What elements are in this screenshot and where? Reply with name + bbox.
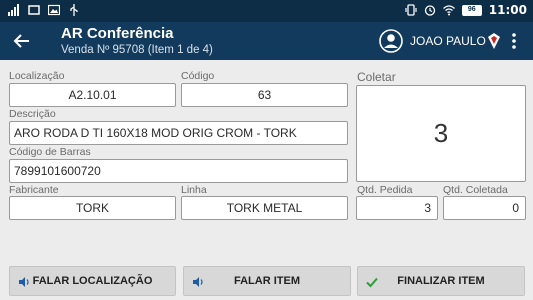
localizacao-field[interactable]: A2.10.01 bbox=[9, 83, 176, 107]
codigo-label: Código bbox=[181, 70, 215, 82]
page-subtitle: Venda Nº 95708 (Item 1 de 4) bbox=[61, 44, 213, 56]
fabricante-label: Fabricante bbox=[9, 184, 59, 196]
status-bar: 96 11:00 bbox=[0, 0, 533, 22]
falar-item-label: FALAR ITEM bbox=[234, 275, 300, 287]
finalizar-item-button[interactable]: FINALIZAR ITEM bbox=[357, 266, 525, 296]
app-bar: AR Conferência Venda Nº 95708 (Item 1 de… bbox=[0, 22, 533, 60]
falar-localizacao-label: FALAR LOCALIZAÇÃO bbox=[32, 275, 153, 287]
coletar-label: Coletar bbox=[357, 70, 396, 84]
clock: 11:00 bbox=[488, 3, 527, 17]
signal-bars-icon bbox=[8, 4, 19, 16]
qtd-coletada-label: Qtd. Coletada bbox=[443, 184, 508, 196]
alarm-icon bbox=[424, 5, 435, 16]
falar-item-button[interactable]: FALAR ITEM bbox=[183, 266, 351, 296]
codigo-field[interactable]: 63 bbox=[181, 83, 348, 107]
tablet-icon bbox=[28, 5, 40, 15]
qtd-pedida-label: Qtd. Pedida bbox=[357, 184, 413, 196]
finalizar-item-label: FINALIZAR ITEM bbox=[397, 275, 485, 287]
qtd-coletada-field[interactable]: 0 bbox=[443, 196, 526, 220]
linha-field[interactable]: TORK METAL bbox=[181, 196, 348, 220]
qtd-pedida-field[interactable]: 3 bbox=[356, 196, 438, 220]
descricao-label: Descrição bbox=[9, 108, 56, 120]
speaker-icon bbox=[193, 277, 203, 287]
avatar-icon[interactable] bbox=[379, 29, 403, 53]
more-options-icon[interactable] bbox=[509, 31, 519, 51]
codigo-barras-field[interactable]: 7899101600720 bbox=[9, 159, 348, 183]
fabricante-field[interactable]: TORK bbox=[9, 196, 176, 220]
check-icon bbox=[366, 277, 378, 288]
localizacao-label: Localização bbox=[9, 70, 65, 82]
flag-icon[interactable] bbox=[487, 33, 501, 49]
battery-icon: 96 bbox=[461, 4, 482, 16]
vibrate-icon bbox=[405, 4, 417, 16]
back-arrow-icon[interactable] bbox=[12, 31, 32, 51]
coletar-field[interactable]: 3 bbox=[356, 85, 526, 182]
speaker-icon bbox=[19, 277, 29, 287]
page-title: AR Conferência bbox=[61, 25, 174, 42]
user-name[interactable]: JOAO PAULO bbox=[410, 34, 486, 48]
usb-icon bbox=[70, 4, 78, 16]
wifi-icon bbox=[442, 5, 455, 16]
codigo-barras-label: Código de Barras bbox=[9, 146, 91, 158]
descricao-field[interactable]: ARO RODA D TI 160X18 MOD ORIG CROM - TOR… bbox=[9, 121, 348, 145]
linha-label: Linha bbox=[181, 184, 207, 196]
falar-localizacao-button[interactable]: FALAR LOCALIZAÇÃO bbox=[9, 266, 176, 296]
image-icon bbox=[48, 4, 60, 16]
